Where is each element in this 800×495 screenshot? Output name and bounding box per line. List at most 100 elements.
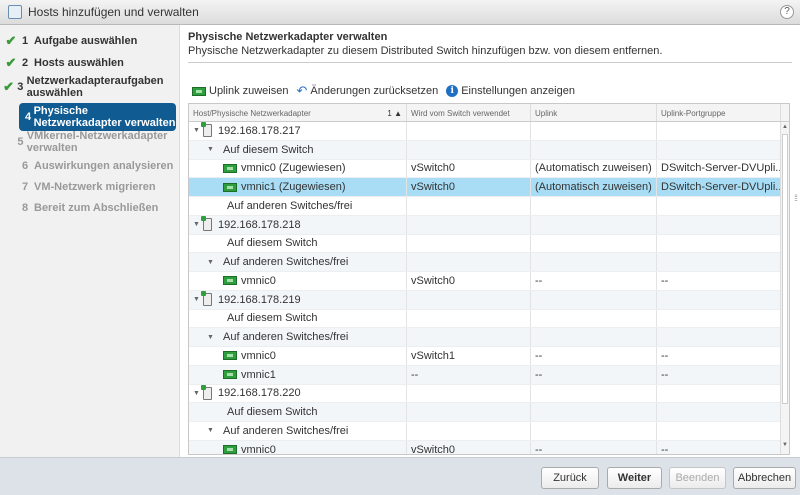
scroll-up-icon[interactable]: ▲ xyxy=(781,124,789,134)
wizard-step-3[interactable]: ✔ 3 Netzwerkadapteraufgaben auswählen xyxy=(0,75,180,99)
expand-icon[interactable]: ▼ xyxy=(207,427,223,434)
row-label: Auf diesem Switch xyxy=(227,237,318,250)
table-row[interactable]: Auf anderen Switches/frei xyxy=(189,197,781,216)
cell-uplink: -- xyxy=(531,272,657,290)
table-row[interactable]: vmnic0 vSwitch1 -- -- xyxy=(189,347,781,366)
expand-icon[interactable]: ▼ xyxy=(207,334,223,341)
nic-icon xyxy=(223,370,237,380)
table-row[interactable]: vmnic1 -- -- -- xyxy=(189,365,781,385)
table-row[interactable]: vmnic0 vSwitch0 -- -- xyxy=(189,440,781,455)
scroll-down-icon[interactable]: ▼ xyxy=(781,442,789,452)
step-label: Physische Netzwerkadapter verwalten xyxy=(33,105,176,129)
expand-icon[interactable]: ▼ xyxy=(193,127,203,134)
main-panel: Physische Netzwerkadapter verwalten Phys… xyxy=(180,25,800,457)
vertical-scrollbar[interactable]: ▲ ▼ xyxy=(780,122,789,454)
cell-name: Auf diesem Switch xyxy=(189,234,407,253)
cell-portgroup: -- xyxy=(657,440,781,454)
help-icon[interactable]: ? xyxy=(780,5,794,19)
table-row[interactable]: vmnic0 (Zugewiesen) vSwitch0 (Automatisch … xyxy=(189,159,781,179)
expand-icon[interactable]: ▼ xyxy=(207,146,223,153)
expand-icon[interactable]: ▼ xyxy=(193,390,203,397)
row-label: Auf anderen Switches/frei xyxy=(223,256,349,269)
cell-portgroup: -- xyxy=(657,365,781,384)
table-row[interactable]: ▼ 192.168.178.220 xyxy=(189,384,781,404)
cell-name: ▼ Auf anderen Switches/frei xyxy=(189,253,407,271)
column-header-host[interactable]: Host/Physische Netzwerkadapter 1 ▲ xyxy=(189,104,407,121)
cell-used-by xyxy=(407,309,531,328)
table-row[interactable]: ▼ 192.168.178.218 xyxy=(189,215,781,235)
table-row[interactable]: ▼ Auf anderen Switches/frei xyxy=(189,253,781,272)
view-settings-button[interactable]: i Einstellungen anzeigen xyxy=(446,85,575,97)
undo-icon: ↶ xyxy=(296,83,308,98)
host-icon xyxy=(201,216,212,232)
cell-name: vmnic0 xyxy=(189,272,407,290)
assign-uplink-button[interactable]: Uplink zuweisen xyxy=(192,85,288,97)
row-label: Auf diesem Switch xyxy=(227,406,318,419)
cell-uplink xyxy=(531,290,657,309)
table-row[interactable]: vmnic1 (Zugewiesen) vSwitch0 (Automatisch … xyxy=(189,178,781,197)
cell-portgroup xyxy=(657,197,781,215)
cell-used-by xyxy=(407,122,531,140)
adapter-grid: Host/Physische Netzwerkadapter 1 ▲ Wird v… xyxy=(188,103,790,455)
next-button[interactable]: Weiter xyxy=(607,467,662,489)
cell-used-by xyxy=(407,140,531,159)
step-label: VMkernel-Netzwerkadapter verwalten xyxy=(26,130,168,154)
info-icon: i xyxy=(446,85,459,97)
scroll-thumb[interactable] xyxy=(782,134,788,404)
finish-button: Beenden xyxy=(669,467,726,489)
expand-icon[interactable]: ▼ xyxy=(193,221,203,228)
resize-grip-icon[interactable]: ⁞⁞ xyxy=(794,193,798,203)
table-row[interactable]: Auf diesem Switch xyxy=(189,309,781,329)
assign-uplink-label: Uplink zuweisen xyxy=(209,85,289,97)
cell-name: Auf diesem Switch xyxy=(189,309,407,328)
cell-name: Auf anderen Switches/frei xyxy=(189,197,407,215)
column-header-used-by[interactable]: Wird vom Switch verwendet xyxy=(407,104,531,121)
cell-used-by: vSwitch0 xyxy=(407,440,531,454)
checkmark-icon: ✔ xyxy=(5,33,17,48)
cell-name: ▼ 192.168.178.218 xyxy=(189,215,407,234)
back-button[interactable]: Zurück xyxy=(541,467,599,489)
table-row[interactable]: ▼ Auf diesem Switch xyxy=(189,140,781,160)
expand-icon[interactable]: ▼ xyxy=(193,296,203,303)
table-row[interactable]: vmnic0 vSwitch0 -- -- xyxy=(189,272,781,291)
wizard-step-4[interactable]: 4 Physische Netzwerkadapter verwalten xyxy=(19,103,176,131)
table-row[interactable]: ▼ 192.168.178.219 xyxy=(189,290,781,310)
title-bar: Hosts hinzufügen und verwalten ? xyxy=(0,0,800,25)
cancel-button[interactable]: Abbrechen xyxy=(733,467,796,489)
expand-icon[interactable]: ▼ xyxy=(207,259,223,266)
row-label: vmnic0 xyxy=(241,443,276,455)
column-label: Host/Physische Netzwerkadapter xyxy=(193,109,311,118)
step-number: 3 xyxy=(17,81,24,93)
reset-changes-button[interactable]: ↶ Änderungen zurücksetzen xyxy=(296,83,438,99)
wizard-step-7: 7 VM-Netzwerk migrieren xyxy=(0,181,180,193)
wizard-step-2[interactable]: ✔ 2 Hosts auswählen xyxy=(0,55,180,71)
column-header-uplink[interactable]: Uplink xyxy=(531,104,657,121)
row-label: Auf diesem Switch xyxy=(223,143,314,156)
table-row[interactable]: Auf diesem Switch xyxy=(189,234,781,254)
table-row[interactable]: Auf diesem Switch xyxy=(189,403,781,422)
column-header-portgroup[interactable]: Uplink-Portgruppe xyxy=(657,104,781,121)
page-title: Physische Netzwerkadapter verwalten xyxy=(188,31,388,43)
row-label: Auf anderen Switches/frei xyxy=(223,331,349,344)
cell-used-by xyxy=(407,197,531,215)
cell-uplink xyxy=(531,384,657,403)
row-label: vmnic0 xyxy=(241,349,276,362)
step-number: 7 xyxy=(22,181,29,193)
table-row[interactable]: ▼ Auf anderen Switches/frei xyxy=(189,422,781,441)
table-row[interactable]: ▼ Auf anderen Switches/frei xyxy=(189,328,781,347)
cell-used-by xyxy=(407,422,531,440)
checkmark-icon: ✔ xyxy=(3,79,15,94)
cell-used-by xyxy=(407,403,531,421)
cell-portgroup xyxy=(657,140,781,159)
step-label: Auswirkungen analysieren xyxy=(34,160,174,172)
cell-used-by xyxy=(407,215,531,234)
wizard-step-1[interactable]: ✔ 1 Aufgabe auswählen xyxy=(0,33,180,49)
cell-used-by xyxy=(407,253,531,271)
wizard-step-8: 8 Bereit zum Abschließen xyxy=(0,202,180,214)
table-row[interactable]: ▼ 192.168.178.217 xyxy=(189,122,781,141)
cell-name: vmnic0 (Zugewiesen) xyxy=(189,159,407,178)
cell-portgroup: DSwitch-Server-DVUpli... xyxy=(657,178,781,196)
row-label: vmnic1 xyxy=(241,368,276,381)
row-label: vmnic0 (Zugewiesen) xyxy=(241,162,346,175)
cell-uplink xyxy=(531,253,657,271)
